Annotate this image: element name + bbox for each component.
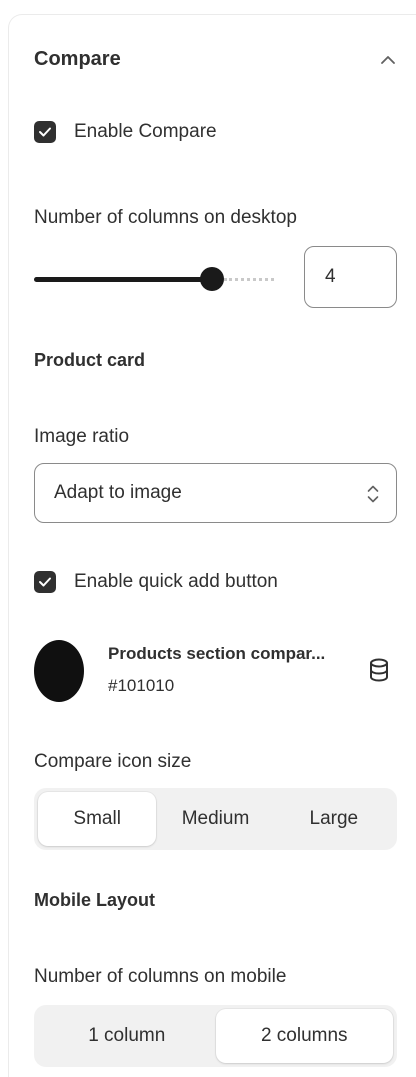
- section-title: Compare: [34, 48, 121, 70]
- icon-size-segmented-control: Small Medium Large: [34, 788, 397, 850]
- desktop-columns-slider[interactable]: [34, 266, 284, 292]
- settings-panel: [8, 14, 416, 1077]
- checkmark-icon: [34, 121, 56, 143]
- select-arrows-icon: [367, 485, 379, 503]
- image-ratio-select[interactable]: Adapt to image: [34, 463, 397, 523]
- mobile-columns-option-1[interactable]: 1 column: [38, 1009, 216, 1063]
- desktop-columns-input[interactable]: 4: [304, 246, 397, 308]
- image-ratio-label: Image ratio: [34, 426, 130, 447]
- enable-compare-checkbox[interactable]: Enable Compare: [34, 121, 217, 143]
- icon-size-option-medium[interactable]: Medium: [156, 792, 274, 846]
- checkmark-icon: [34, 571, 56, 593]
- image-ratio-value: Adapt to image: [54, 482, 182, 503]
- slider-thumb[interactable]: [200, 267, 224, 291]
- color-scheme-name: Products section compar...: [108, 644, 326, 663]
- icon-size-label: Compare icon size: [34, 751, 192, 772]
- database-icon[interactable]: [368, 657, 390, 683]
- enable-quick-add-label: Enable quick add button: [74, 571, 278, 592]
- slider-track-rest: [224, 278, 274, 281]
- product-card-title: Product card: [34, 350, 146, 370]
- mobile-columns-label: Number of columns on mobile: [34, 966, 287, 987]
- icon-size-option-small[interactable]: Small: [38, 792, 157, 846]
- color-swatch[interactable]: [34, 640, 84, 702]
- icon-size-option-large[interactable]: Large: [275, 792, 393, 846]
- mobile-layout-title: Mobile Layout: [34, 890, 155, 910]
- enable-compare-label: Enable Compare: [74, 121, 217, 142]
- slider-track-fill: [34, 277, 212, 282]
- chevron-up-icon[interactable]: [378, 53, 398, 67]
- mobile-columns-option-2[interactable]: 2 columns: [215, 1009, 393, 1063]
- enable-quick-add-checkbox[interactable]: Enable quick add button: [34, 571, 278, 593]
- mobile-columns-segmented-control: 1 column 2 columns: [34, 1005, 397, 1067]
- color-hex-value: #101010: [108, 676, 175, 695]
- desktop-columns-label: Number of columns on desktop: [34, 207, 297, 228]
